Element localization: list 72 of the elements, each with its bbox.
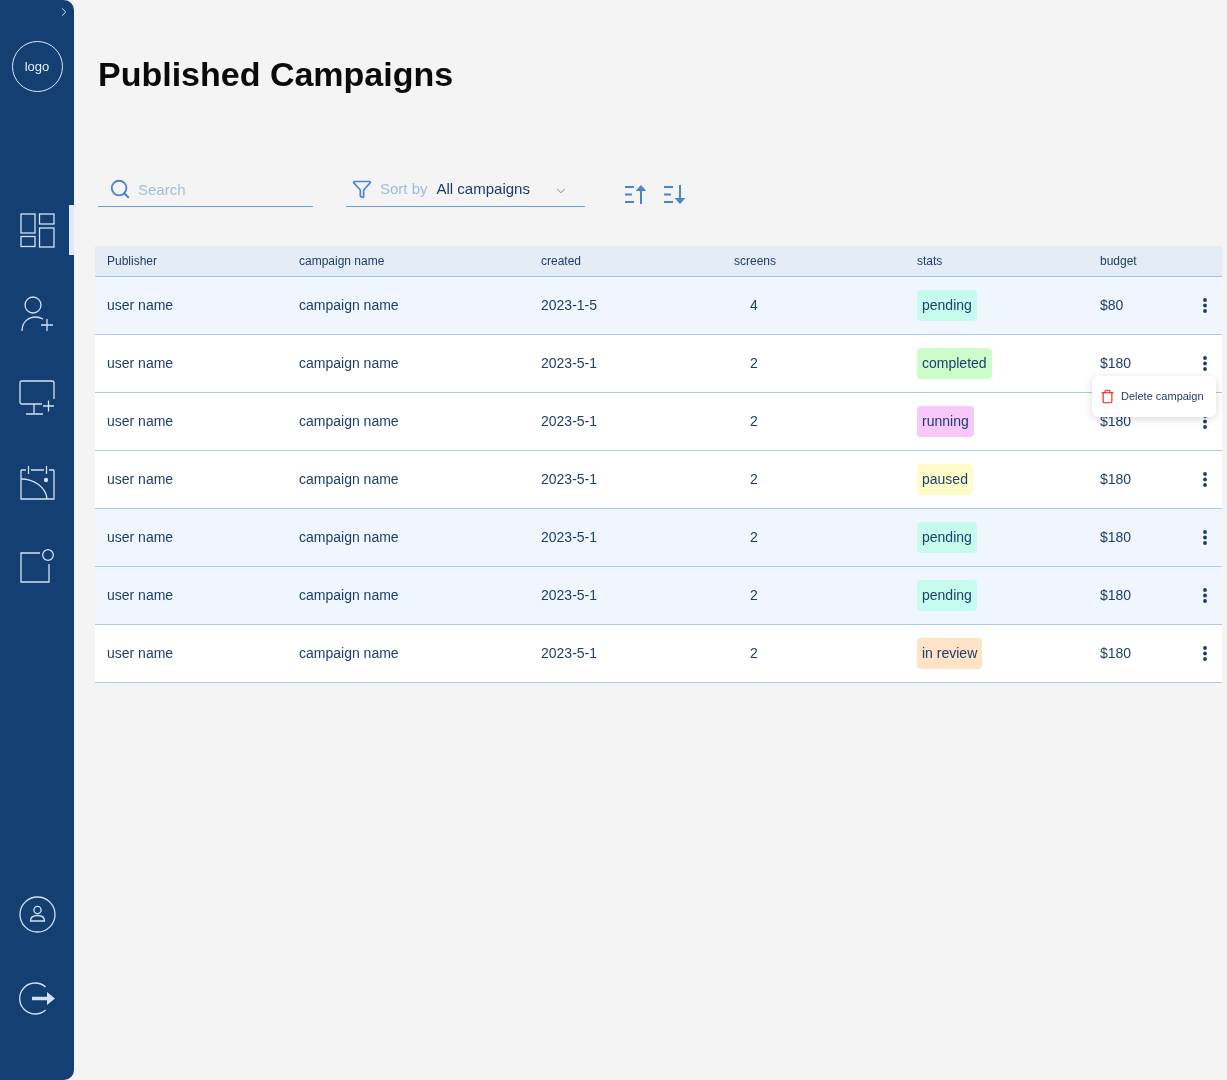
table-cell-text: campaign name xyxy=(299,528,399,547)
table-cell-text: $180 xyxy=(1100,354,1132,373)
sort-ascending-icon[interactable] xyxy=(624,184,647,205)
table-cell-text: campaign name xyxy=(299,644,399,663)
status-tag: pending xyxy=(917,290,977,321)
table-cell-text: user name xyxy=(107,296,174,315)
table-cell-text: campaign name xyxy=(299,586,399,605)
table-cell-text: 2 xyxy=(749,586,759,605)
more-vertical-icon xyxy=(1203,472,1207,487)
table-cell-text: user name xyxy=(107,644,174,663)
more-vertical-icon xyxy=(1203,298,1207,313)
search-field[interactable]: Search xyxy=(98,172,313,207)
square-notification-icon xyxy=(20,549,54,583)
column-header: budget xyxy=(1100,253,1137,270)
table-cell-text: user name xyxy=(107,586,174,605)
user-plus-icon xyxy=(20,296,54,332)
column-header: Publisher xyxy=(107,253,158,270)
table-cell-text: campaign name xyxy=(299,412,399,431)
column-header: screens xyxy=(734,253,777,270)
table-cell-text: user name xyxy=(107,412,174,431)
profile-icon[interactable] xyxy=(18,895,56,933)
column-header: campaign name xyxy=(299,253,385,270)
table-cell-text: 2 xyxy=(749,470,759,489)
status-tag: pending xyxy=(917,580,977,611)
table-cell-text: $80 xyxy=(1100,296,1124,315)
table-cell-text: 2 xyxy=(749,354,759,373)
table-cell-text: 2023-1-5 xyxy=(541,296,598,315)
table-cell-text: 2023-5-1 xyxy=(541,354,598,373)
calendar-chart-icon xyxy=(19,464,55,500)
sort-dropdown[interactable]: Sort by All campaigns xyxy=(346,172,585,207)
table-cell-text: user name xyxy=(107,470,174,489)
table-cell-text: 2023-5-1 xyxy=(541,412,598,431)
column-header: created xyxy=(541,253,582,270)
status-tag: running xyxy=(917,406,974,437)
sort-descending-icon[interactable] xyxy=(663,184,686,205)
delete-menu-item[interactable]: Delete campaign xyxy=(1100,388,1208,405)
more-vertical-icon xyxy=(1203,414,1207,429)
table-cell-text: 2023-5-1 xyxy=(541,470,598,489)
sort-by-label: Sort by xyxy=(380,178,428,199)
table-cell-text: campaign name xyxy=(299,470,399,489)
table-cell-text: 2023-5-1 xyxy=(541,528,598,547)
table-cell-text: user name xyxy=(107,354,174,373)
table-cell-text: 2 xyxy=(749,644,759,663)
table-cell-text: 2023-5-1 xyxy=(541,586,598,605)
table-cell-text: $180 xyxy=(1100,644,1132,663)
table-cell-text: user name xyxy=(107,528,174,547)
status-tag: pending xyxy=(917,522,977,553)
more-vertical-icon xyxy=(1203,646,1207,661)
status-tag: in review xyxy=(917,638,983,669)
trash-icon xyxy=(1100,389,1115,404)
logout-icon[interactable] xyxy=(18,980,56,1016)
table-cell-text: campaign name xyxy=(299,296,399,315)
more-vertical-icon xyxy=(1203,588,1207,603)
table-cell-text: $180 xyxy=(1100,470,1132,489)
table-cell-text: 2 xyxy=(749,412,759,431)
column-header: stats xyxy=(917,253,943,270)
more-vertical-icon xyxy=(1203,530,1207,545)
monitor-plus-icon xyxy=(19,380,55,416)
sort-value: All campaigns xyxy=(436,178,530,199)
table-cell-text: 4 xyxy=(749,296,759,315)
status-tag: completed xyxy=(917,348,992,379)
status-tag: paused xyxy=(917,464,973,495)
more-vertical-icon xyxy=(1203,356,1207,371)
table-cell-text: campaign name xyxy=(299,354,399,373)
table-cell-text: 2023-5-1 xyxy=(541,644,598,663)
table-cell-text: $180 xyxy=(1100,528,1132,547)
filter-icon xyxy=(352,179,372,199)
page-title: Published Campaigns xyxy=(98,54,454,94)
search-icon xyxy=(109,178,131,200)
dashboard-grid-icon xyxy=(19,212,55,248)
table-cell-text: 2 xyxy=(749,528,759,547)
table-cell-text: $180 xyxy=(1100,586,1132,605)
